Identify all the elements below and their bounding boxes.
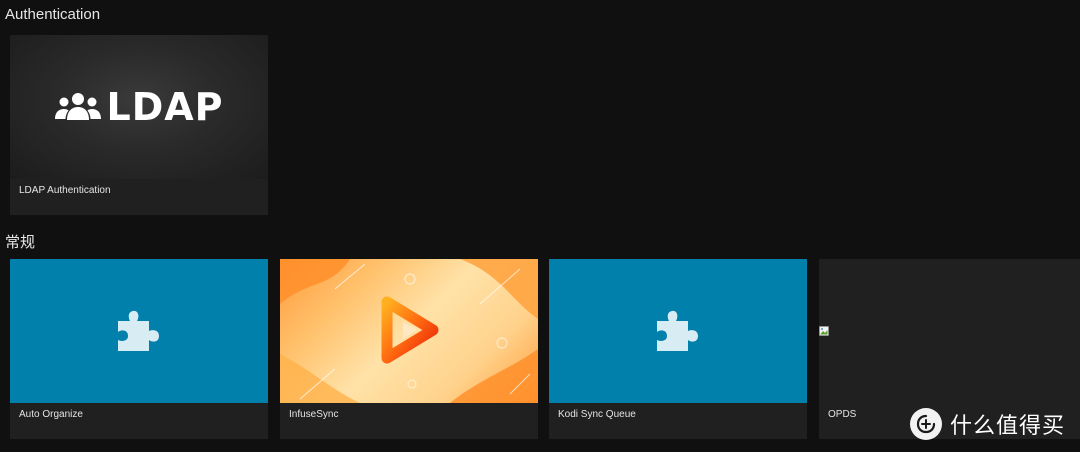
plugin-card-infusesync[interactable]: InfuseSync	[280, 259, 538, 439]
watermark: 什么值得买	[910, 408, 1065, 440]
watermark-text: 什么值得买	[950, 414, 1066, 439]
users-group-icon	[55, 93, 102, 120]
broken-image-icon	[819, 326, 829, 336]
plugin-thumbnail-auto-organize	[10, 259, 268, 403]
plugin-card-kodi-sync-queue[interactable]: Kodi Sync Queue	[549, 259, 807, 439]
plugin-card-label: LDAP Authentication	[19, 185, 111, 196]
plugin-card-label: Kodi Sync Queue	[558, 409, 636, 420]
puzzle-piece-icon	[118, 310, 159, 351]
ldap-logo-text: LDAP	[106, 85, 224, 129]
plugin-thumbnail-kodi-sync-queue	[549, 259, 807, 403]
infuse-play-logo-icon	[381, 296, 439, 364]
smzdm-logo	[910, 408, 942, 440]
plugin-card-label: InfuseSync	[289, 409, 339, 420]
plugin-card-ldap-authentication[interactable]: LDAP LDAP Authentication	[10, 35, 268, 215]
plugin-thumbnail-infusesync	[280, 259, 538, 403]
section-title-general: 常规	[5, 234, 36, 251]
plugin-thumbnail-ldap: LDAP	[10, 35, 268, 179]
section-title-authentication: Authentication	[5, 6, 101, 23]
plugin-thumbnail-opds	[819, 259, 1080, 403]
plugin-card-auto-organize[interactable]: Auto Organize	[10, 259, 268, 439]
puzzle-piece-icon	[657, 310, 698, 351]
plugin-card-label: Auto Organize	[19, 409, 83, 420]
plugin-card-label: OPDS	[828, 409, 857, 420]
